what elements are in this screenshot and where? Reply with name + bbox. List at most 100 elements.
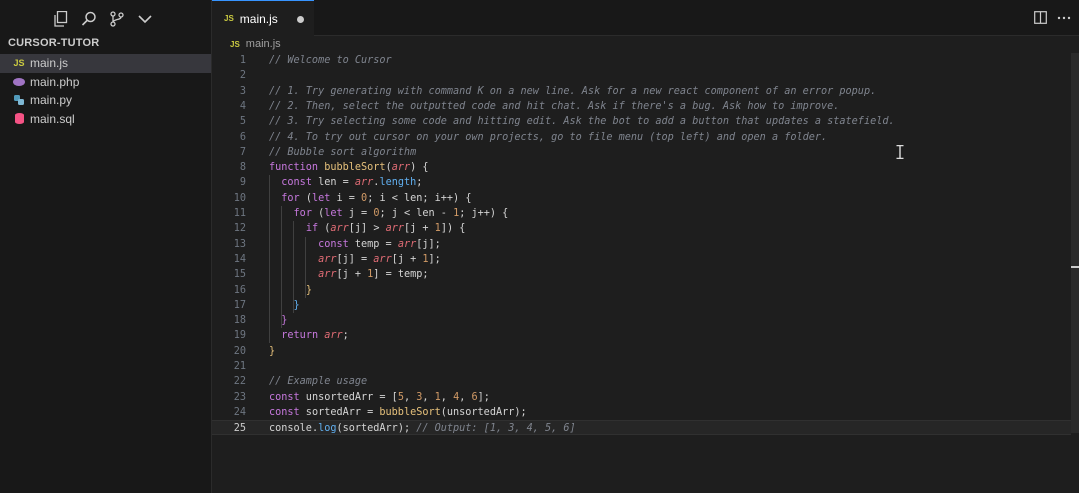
keyword: let — [324, 208, 343, 219]
breadcrumb-file: main.js — [245, 38, 281, 50]
code-line: 22 // Example usage — [212, 374, 1072, 389]
keyword: return — [281, 330, 319, 342]
code-text: [j] = — [336, 253, 374, 265]
punct: ]) { — [440, 223, 466, 235]
function-name: bubbleSort — [379, 406, 441, 418]
code-line: 12 if (arr[j] > arr[j + 1]) { — [212, 221, 1072, 236]
chevron-down-icon[interactable] — [136, 8, 154, 30]
code-editor[interactable]: 1 // Welcome to Cursor 2 3 // 1. Try gener… — [212, 53, 1072, 493]
code-text: (unsortedArr); — [440, 406, 527, 418]
file-list: JS main.js main.php main.py main.sql — [0, 54, 211, 128]
line-number: 7 — [239, 146, 246, 158]
brace: } — [269, 345, 276, 357]
comment: // 4. To try out cursor on your own proj… — [269, 131, 828, 143]
comment: // Welcome to Cursor — [269, 55, 392, 66]
line-number: 14 — [233, 253, 246, 265]
code-text: [j + — [391, 253, 423, 265]
tab-main-js[interactable]: JS main.js — [212, 0, 314, 36]
file-item-main-py[interactable]: main.py — [0, 91, 211, 110]
line-content: // Example usage — [269, 374, 367, 389]
more-actions-icon[interactable] — [1057, 11, 1071, 29]
line-number: 23 — [233, 391, 246, 403]
line-number: 8 — [239, 162, 246, 174]
line-content: const unsortedArr = [5, 3, 1, 4, 6]; — [269, 390, 490, 405]
variable: arr — [318, 269, 337, 281]
code-text: ; i < len; i++) { — [367, 192, 472, 204]
variable: arr — [330, 223, 349, 235]
line-content: } — [269, 283, 312, 298]
line-content: } — [269, 344, 275, 359]
param: arr — [391, 162, 411, 174]
line-number: 2 — [239, 70, 246, 82]
code-line: 15 arr[j + 1] = temp; — [212, 267, 1072, 282]
python-file-icon — [12, 95, 26, 106]
file-name: main.sql — [30, 111, 75, 126]
code-line: 4 // 2. Then, select the outputted code a… — [212, 99, 1072, 114]
code-text: [j]; — [416, 238, 441, 250]
tab-bar: JS main.js — [212, 0, 1079, 36]
code-line: 2 — [212, 68, 1072, 83]
code-text: [j] > — [348, 223, 386, 235]
code-line: 21 — [212, 359, 1072, 374]
variable: arr — [397, 238, 417, 250]
line-content: // 4. To try out cursor on your own proj… — [269, 130, 827, 145]
js-file-icon: JS — [13, 58, 25, 69]
keyword: for — [281, 192, 300, 204]
punct: ) { — [410, 162, 429, 174]
source-control-icon[interactable] — [108, 8, 126, 30]
code-line: 10 for (let i = 0; i < len; i++) { — [212, 191, 1072, 206]
variable: arr — [354, 177, 374, 189]
code-line: 24 const sortedArr = bubbleSort(unsortedA… — [212, 405, 1072, 420]
text-cursor-icon — [896, 144, 904, 164]
code-line: 18 } — [212, 313, 1072, 328]
code-line: 11 for (let j = 0; j < len - 1; j++) { — [212, 206, 1072, 221]
line-content: const len = arr.length; — [269, 175, 422, 190]
code-line: 20} — [212, 344, 1072, 359]
files-icon[interactable] — [52, 8, 70, 30]
explorer-sidebar: CURSOR-TUTOR JS main.js main.php main.py… — [0, 0, 212, 493]
code-text: i = — [330, 192, 362, 204]
comment: // 3. Try selecting some code and hittin… — [269, 116, 895, 128]
line-content: arr[j + 1] = temp; — [269, 267, 428, 282]
brace: } — [293, 299, 300, 311]
code-line: 14 arr[j] = arr[j + 1]; — [212, 252, 1072, 267]
split-editor-icon[interactable] — [1034, 11, 1047, 29]
brace: } — [281, 315, 288, 327]
punct: , — [403, 391, 417, 403]
breadcrumb[interactable]: JS main.js — [230, 38, 281, 50]
line-number: 15 — [233, 269, 246, 281]
code-line: 1 // Welcome to Cursor — [212, 53, 1072, 68]
keyword: for — [293, 208, 312, 219]
keyword: function — [269, 162, 319, 174]
code-text: ; j < len - — [379, 208, 454, 219]
code-text: j = — [342, 208, 374, 219]
line-number: 10 — [233, 192, 246, 204]
method: log — [318, 423, 337, 435]
line-content: for (let j = 0; j < len - 1; j++) { — [269, 206, 509, 221]
code-text: [j + — [404, 223, 435, 235]
punct: ( — [318, 223, 331, 235]
file-item-main-php[interactable]: main.php — [0, 73, 211, 92]
scrollbar-thumb[interactable] — [1071, 53, 1079, 433]
code-line: 13 const temp = arr[j]; — [212, 237, 1072, 252]
file-item-main-js[interactable]: JS main.js — [0, 54, 211, 73]
line-number: 22 — [233, 376, 246, 388]
code-text: unsortedArr = [ — [299, 391, 398, 403]
explorer-folder-title[interactable]: CURSOR-TUTOR — [8, 37, 99, 49]
code-text: sortedArr = — [299, 406, 380, 418]
code-line: 7 // Bubble sort algorithm — [212, 145, 1072, 160]
punct: ; — [342, 330, 349, 342]
file-name: main.php — [30, 74, 80, 89]
file-item-main-sql[interactable]: main.sql — [0, 110, 211, 129]
line-number: 16 — [233, 284, 246, 296]
line-content: for (let i = 0; i < len; i++) { — [269, 191, 471, 206]
search-icon[interactable] — [80, 8, 98, 30]
line-number: 9 — [239, 177, 246, 189]
line-number: 3 — [239, 85, 246, 97]
line-number: 11 — [233, 208, 246, 219]
line-content: // Bubble sort algorithm — [269, 145, 416, 160]
tab-label: main.js — [239, 11, 278, 26]
function-name: bubbleSort — [324, 162, 386, 174]
editor-scrollbar[interactable] — [1071, 53, 1079, 493]
unsaved-dot-icon[interactable] — [297, 16, 304, 23]
